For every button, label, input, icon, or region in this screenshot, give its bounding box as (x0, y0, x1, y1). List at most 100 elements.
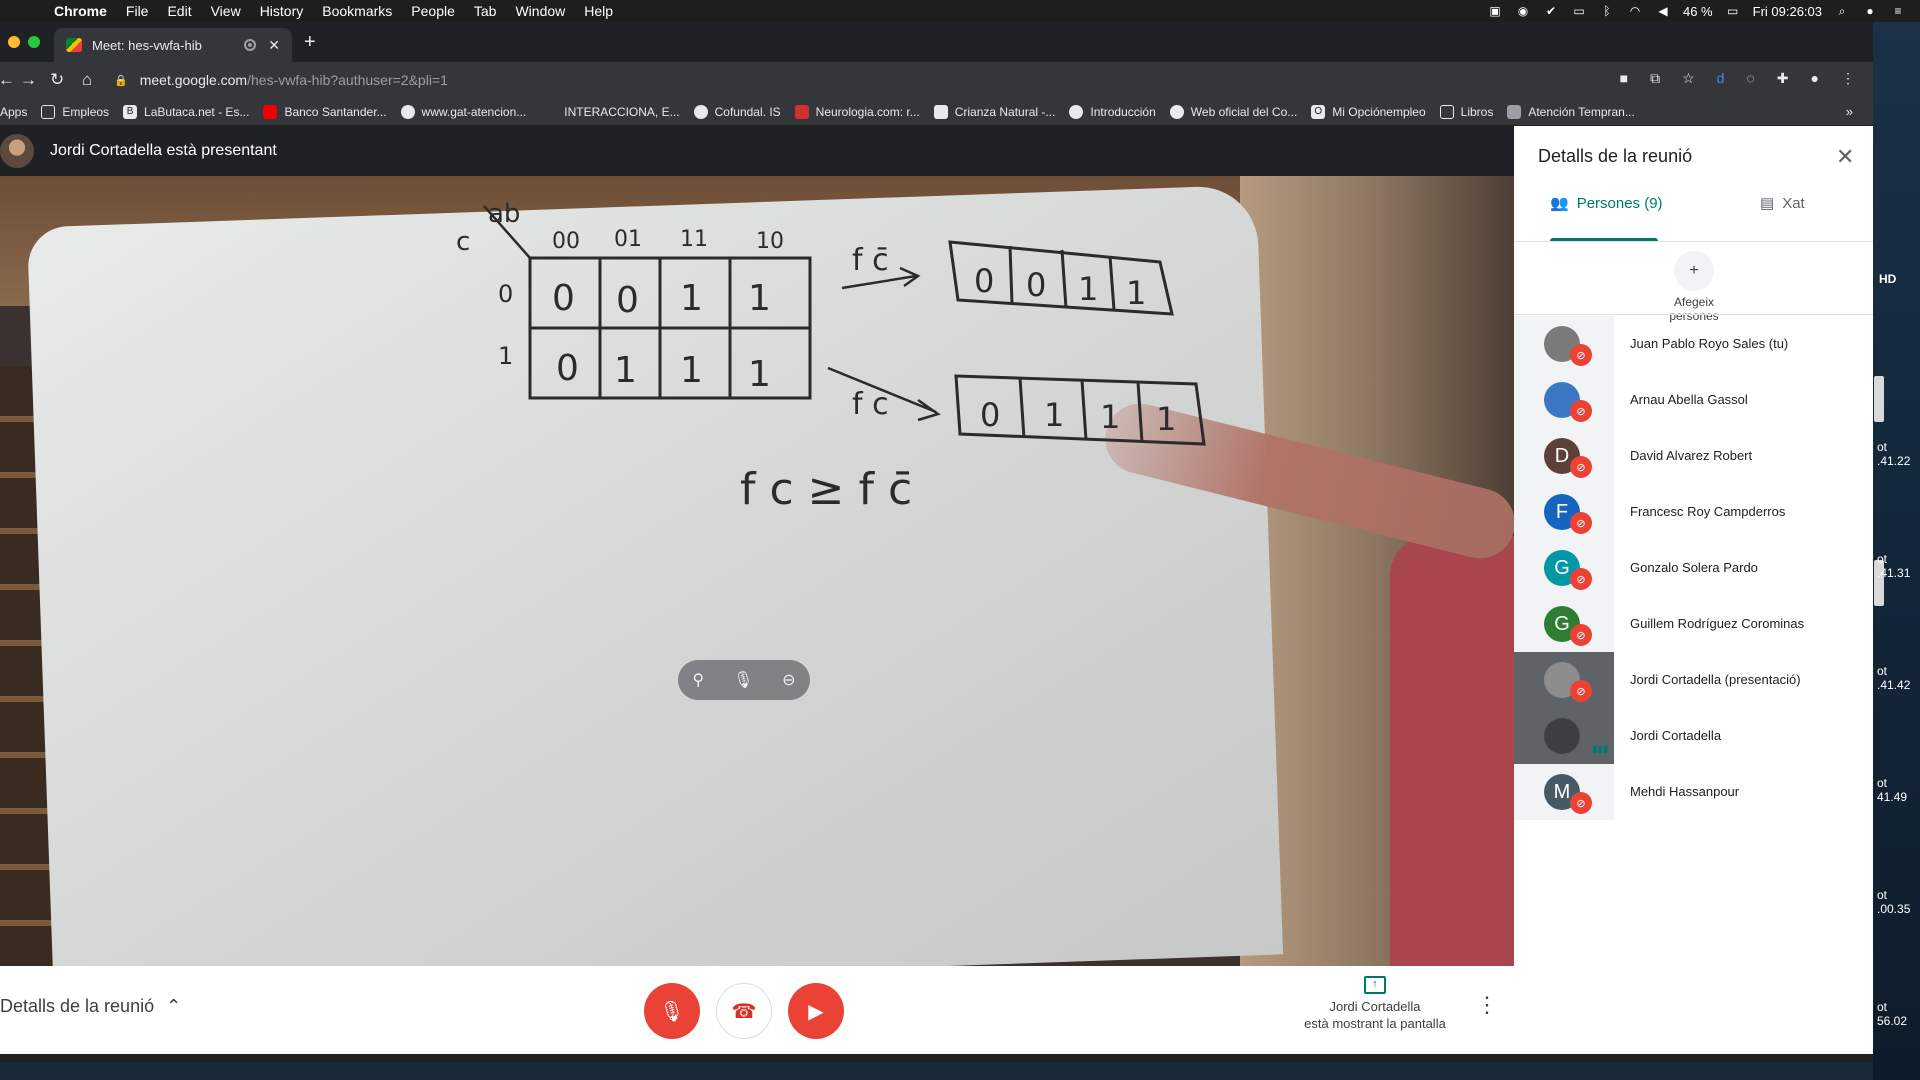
presenting-now-button[interactable]: ↑ Jordi Cortadella està mostrant la pant… (1290, 976, 1460, 1032)
participant-row[interactable]: M ⊘ Mehdi Hassanpour (1514, 764, 1873, 820)
desktop-file-icon[interactable] (1874, 376, 1884, 422)
bookmark-opcionempleo[interactable]: O Mi Opciónempleo (1311, 104, 1426, 119)
kmap-row-label: 0 (498, 280, 513, 308)
address-bar[interactable]: 🔒 meet.google.com /hes-vwfa-hib?authuser… (114, 66, 1614, 94)
bookmark-apps[interactable]: Apps (0, 105, 27, 119)
mute-participant-icon[interactable]: 🎙 (733, 670, 753, 690)
bookmark-web-oficial[interactable]: Web oficial del Co... (1169, 104, 1297, 119)
meeting-details-toggle[interactable]: Detalls de la reunió ⌃ (0, 996, 181, 1017)
extensions-puzzle-icon[interactable]: ✚ (1777, 70, 1789, 87)
camera-off-button[interactable]: ▶ (788, 983, 844, 1039)
menu-edit[interactable]: Edit (167, 3, 191, 19)
display-icon[interactable]: ▭ (1571, 4, 1587, 18)
pin-icon[interactable]: ⚲ (692, 670, 704, 690)
bookmark-gat[interactable]: www.gat-atencion... (400, 104, 526, 119)
desktop-file-label[interactable]: ot .41.42 (1877, 664, 1910, 692)
presenter-bar: Jordi Cortadella està presentant (0, 126, 1514, 176)
menu-window[interactable]: Window (515, 3, 565, 19)
participant-row[interactable]: F ⊘ Francesc Roy Campderros (1514, 484, 1873, 540)
muted-microphone-icon: ⊘ (1570, 456, 1592, 478)
bookmark-crianza[interactable]: Crianza Natural -... (933, 104, 1055, 119)
battery-percent[interactable]: 46 % (1683, 4, 1713, 19)
bookmark-interacciona[interactable]: INTERACCIONA, E... (564, 105, 679, 119)
bookmark-labutaca[interactable]: B LaButaca.net - Es... (123, 104, 249, 119)
kmap-cell: 0 (552, 278, 575, 319)
bookmark-atencion-temprana[interactable]: Atención Tempran... (1507, 104, 1635, 119)
back-arrow-icon[interactable]: ← (0, 70, 15, 90)
presentation-video[interactable]: c ab 00 01 11 10 0 1 0 0 1 1 0 1 1 1 f c… (0, 176, 1514, 966)
zoom-window-button[interactable] (28, 36, 40, 48)
menu-help[interactable]: Help (584, 3, 613, 19)
volume-icon[interactable]: ◀ (1655, 4, 1671, 18)
add-person-icon: + (1674, 251, 1714, 291)
participant-name: Guillem Rodríguez Corominas (1630, 616, 1805, 631)
recording-indicator-icon (244, 39, 256, 51)
participant-row[interactable]: ▮▮▮ Jordi Cortadella (1514, 708, 1873, 764)
tab-people[interactable]: 👥 Persones (9) (1550, 194, 1663, 213)
menu-history[interactable]: History (260, 3, 304, 19)
check-icon[interactable]: ✔ (1543, 4, 1559, 18)
minimize-window-button[interactable] (8, 36, 20, 48)
docker-icon[interactable]: ▣ (1487, 4, 1503, 18)
presenting-status: està mostrant la pantalla (1304, 1016, 1446, 1031)
desktop-file-label[interactable]: ot .41.31 (1877, 552, 1910, 580)
participant-row[interactable]: G ⊘ Guillem Rodríguez Corominas (1514, 596, 1873, 652)
leave-call-button[interactable]: ☎ (716, 983, 772, 1039)
chrome-menu-icon[interactable]: ⋮ (1841, 70, 1855, 87)
tab-chat[interactable]: ▤ Xat (1760, 194, 1805, 213)
crianza-icon (933, 104, 948, 119)
cofactor-bottom-cell: 0 (980, 396, 1000, 434)
forward-arrow-icon[interactable]: → (20, 70, 37, 90)
menu-app-name[interactable]: Chrome (54, 3, 107, 19)
wifi-icon[interactable]: ◠ (1627, 4, 1643, 18)
tab-close-icon[interactable]: ✕ (268, 37, 280, 54)
extension-d-icon[interactable]: d (1717, 70, 1725, 87)
status-app-icon[interactable]: ◉ (1515, 4, 1531, 18)
home-icon[interactable]: ⌂ (82, 70, 92, 90)
participant-row[interactable]: ⊘ Arnau Abella Gassol (1514, 372, 1873, 428)
reload-icon[interactable]: ↻ (50, 70, 64, 90)
bookmark-neurologia[interactable]: Neurologia.com: r... (794, 104, 920, 119)
browser-tab-meet[interactable]: Meet: hes-vwfa-hib ✕ (54, 28, 292, 62)
profile-avatar-icon[interactable]: ● (1811, 70, 1819, 87)
camera-off-icon: ▶ (808, 1000, 824, 1023)
desktop-file-label[interactable]: ot 41.49 (1877, 776, 1907, 804)
camera-in-use-icon[interactable]: ■ (1620, 70, 1628, 87)
menu-people[interactable]: People (411, 3, 455, 19)
tab-strip: Meet: hes-vwfa-hib ✕ + (0, 22, 1873, 62)
extension-icon[interactable]: ◌ (1746, 70, 1754, 87)
menu-view[interactable]: View (211, 3, 241, 19)
more-bookmarks-icon[interactable]: » (1846, 104, 1853, 119)
add-people-button[interactable]: + Afegeix persones (1654, 251, 1734, 323)
desktop-file-label[interactable]: ot 56.02 (1877, 1000, 1907, 1028)
participant-row[interactable]: G ⊘ Gonzalo Solera Pardo (1514, 540, 1873, 596)
desktop-file-label[interactable]: ot .00.35 (1877, 888, 1910, 916)
close-panel-icon[interactable]: ✕ (1836, 144, 1854, 170)
bookmark-introduccion[interactable]: Introducción (1069, 104, 1156, 119)
battery-icon[interactable]: ▭ (1725, 4, 1741, 18)
bookmark-cofundal[interactable]: Cofundal. IS (693, 104, 781, 119)
desktop-file-label[interactable]: ot .41.22 (1877, 440, 1910, 468)
bookmark-libros[interactable]: Libros (1439, 104, 1493, 119)
user-avatar-icon[interactable]: ● (1862, 4, 1878, 18)
menu-file[interactable]: File (126, 3, 149, 19)
spotlight-search-icon[interactable]: ⌕ (1834, 4, 1850, 18)
bookmark-star-icon[interactable]: ☆ (1682, 70, 1695, 87)
translate-icon[interactable]: ⧉ (1650, 70, 1660, 87)
more-options-icon[interactable]: ⋮ (1476, 992, 1498, 1018)
clock[interactable]: Fri 09:26:03 (1753, 4, 1822, 19)
bluetooth-icon[interactable]: ᛒ (1599, 4, 1615, 18)
menu-bookmarks[interactable]: Bookmarks (322, 3, 392, 19)
menu-tab[interactable]: Tab (474, 3, 497, 19)
microphone-off-button[interactable]: 🎙 (644, 983, 700, 1039)
kmap-cell: 1 (680, 278, 703, 319)
bookmark-santander[interactable]: Banco Santander... (263, 104, 387, 119)
notification-center-icon[interactable]: ≡ (1890, 4, 1906, 18)
participant-row[interactable]: D ⊘ David Alvarez Robert (1514, 428, 1873, 484)
participant-row[interactable]: ⊘ Jordi Cortadella (presentació) (1514, 652, 1873, 708)
new-tab-button[interactable]: + (304, 31, 316, 54)
remove-participant-icon[interactable]: ⊖ (782, 670, 795, 690)
participant-row[interactable]: ⊘ Juan Pablo Royo Sales (tu) (1514, 316, 1873, 372)
bookmark-empleos[interactable]: Empleos (41, 104, 109, 119)
lock-icon[interactable]: 🔒 (114, 74, 128, 87)
